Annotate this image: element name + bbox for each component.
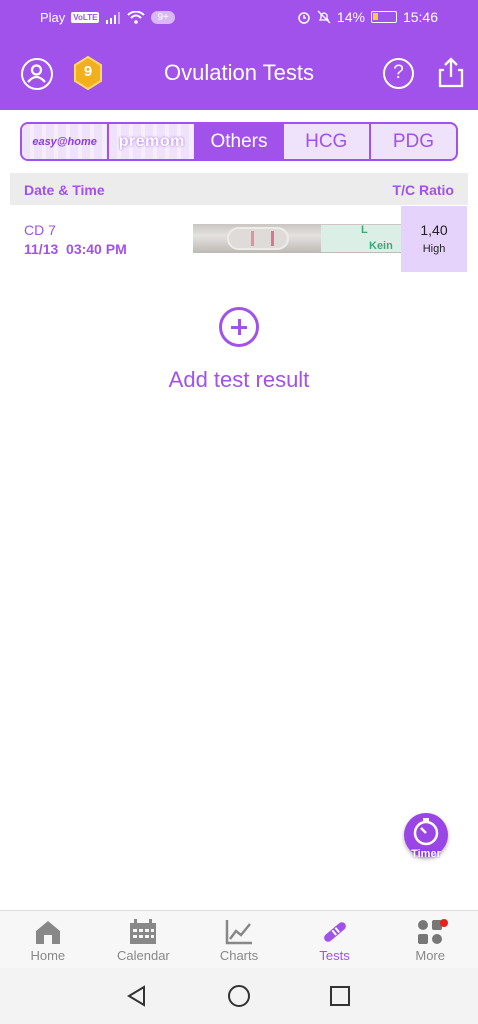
chart-icon bbox=[225, 920, 252, 945]
add-icon[interactable] bbox=[219, 307, 259, 347]
alarm-icon bbox=[298, 12, 310, 24]
tab-easy-at-home[interactable]: easy@home bbox=[22, 124, 110, 159]
back-icon[interactable] bbox=[126, 985, 148, 1007]
share-icon bbox=[438, 57, 464, 88]
system-navigation-bar bbox=[0, 968, 478, 1024]
tab-others-label: Others bbox=[210, 130, 268, 152]
clock: 15:46 bbox=[402, 9, 438, 25]
test-strip-icon bbox=[323, 922, 346, 942]
easy-at-home-logo: easy@home bbox=[32, 135, 97, 148]
results-table-header: Date & Time T/C Ratio bbox=[10, 173, 468, 205]
tc-ratio-header: T/C Ratio bbox=[392, 182, 454, 198]
cycle-day: CD 7 bbox=[24, 222, 56, 238]
add-test-result-button[interactable]: Add test result bbox=[0, 367, 478, 393]
calendar-icon bbox=[130, 919, 157, 944]
tc-ratio-cell: 1,40 High bbox=[401, 206, 467, 272]
test-line bbox=[271, 231, 274, 246]
nav-home[interactable]: Home bbox=[0, 911, 96, 968]
volte-badge: VoLTE bbox=[71, 12, 100, 23]
battery-icon bbox=[370, 11, 397, 23]
tc-ratio-level: High bbox=[422, 243, 446, 255]
home-icon bbox=[35, 921, 60, 944]
control-line bbox=[251, 231, 254, 246]
battery-percent: 14% bbox=[336, 9, 365, 25]
home-button-icon[interactable] bbox=[227, 984, 251, 1008]
nav-tests-label: Tests bbox=[319, 948, 350, 963]
brand-tab-bar: easy@home premom Others HCG PDG bbox=[20, 122, 458, 161]
nav-home-label: Home bbox=[30, 948, 66, 963]
recents-icon[interactable] bbox=[329, 985, 351, 1007]
timer-label: Timer bbox=[411, 848, 441, 860]
signal-icon bbox=[106, 11, 121, 24]
strip-text-bottom: Kein bbox=[369, 240, 393, 252]
tab-hcg[interactable]: HCG bbox=[284, 124, 371, 159]
strip-logo-area: L Kein bbox=[321, 224, 401, 252]
nav-more-label: More bbox=[415, 948, 445, 963]
nav-more[interactable]: More bbox=[382, 911, 478, 968]
notification-dot bbox=[440, 919, 448, 927]
premom-logo: premom bbox=[118, 132, 185, 150]
status-bar: Play VoLTE 9+ 14% 15:46 bbox=[0, 0, 478, 36]
nav-calendar-label: Calendar bbox=[117, 948, 170, 963]
share-button[interactable] bbox=[436, 56, 466, 88]
tc-ratio-value: 1,40 bbox=[420, 222, 448, 238]
nav-tests[interactable]: Tests bbox=[287, 911, 383, 968]
status-right: 14% 15:46 bbox=[297, 9, 438, 25]
test-datetime: 11/13 03:40 PM bbox=[24, 241, 127, 257]
nav-charts[interactable]: Charts bbox=[191, 911, 287, 968]
wifi-icon bbox=[127, 11, 146, 24]
strip-result-window bbox=[227, 227, 289, 250]
tab-pdg-label: PDG bbox=[392, 130, 434, 152]
app-header: 9 Ovulation Tests ? bbox=[0, 36, 478, 110]
help-icon: ? bbox=[393, 62, 404, 83]
test-strip-image[interactable]: L Kein bbox=[193, 224, 401, 253]
tab-others[interactable]: Others bbox=[196, 124, 284, 159]
table-row[interactable]: CD 7 11/13 03:40 PM L Kein 1,40 High bbox=[10, 206, 468, 272]
tab-pdg[interactable]: PDG bbox=[371, 124, 456, 159]
strip-text-top: L bbox=[361, 224, 368, 236]
notification-count-badge: 9+ bbox=[151, 11, 175, 24]
timer-button[interactable]: Timer bbox=[404, 813, 448, 860]
bell-muted-icon bbox=[317, 10, 331, 24]
status-left: Play VoLTE 9+ bbox=[40, 10, 175, 25]
date-time-header: Date & Time bbox=[24, 182, 105, 198]
tab-hcg-label: HCG bbox=[305, 130, 348, 152]
carrier-label: Play bbox=[40, 10, 66, 25]
help-button[interactable]: ? bbox=[383, 58, 414, 89]
tab-premom[interactable]: premom bbox=[109, 124, 197, 159]
nav-calendar[interactable]: Calendar bbox=[96, 911, 192, 968]
bottom-navigation: Home Calendar Charts Tests More bbox=[0, 910, 478, 968]
nav-charts-label: Charts bbox=[219, 948, 259, 963]
